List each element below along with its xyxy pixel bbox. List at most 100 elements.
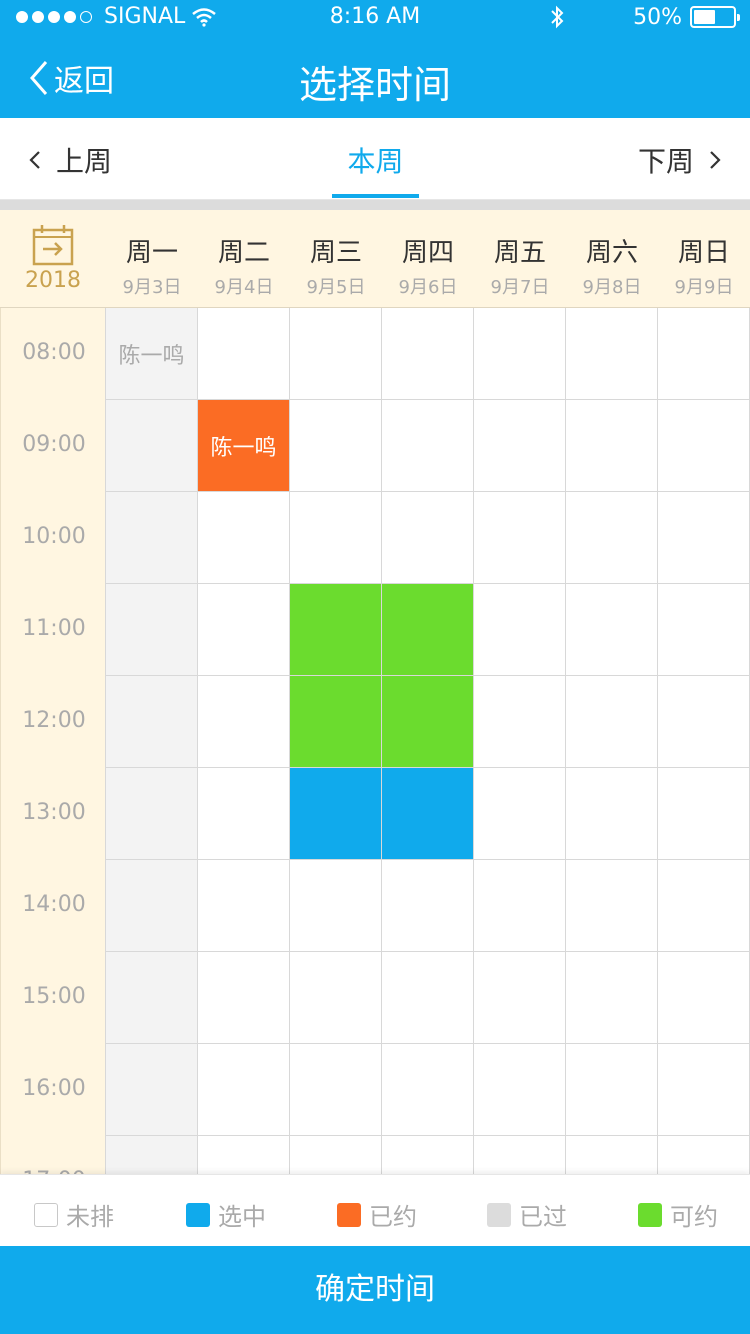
time-slot-unscheduled[interactable]: [658, 1136, 750, 1174]
time-slot-unscheduled[interactable]: [198, 492, 290, 584]
time-slot-unscheduled[interactable]: [658, 492, 750, 584]
time-slot-unscheduled[interactable]: [290, 308, 382, 400]
time-slot-unscheduled[interactable]: [474, 492, 566, 584]
time-slot-unscheduled[interactable]: [382, 1136, 474, 1174]
confirm-time-button[interactable]: 确定时间: [0, 1246, 750, 1334]
day-column-header: 周日 9月9日: [658, 210, 750, 308]
year-cell[interactable]: 2018: [0, 210, 106, 308]
time-slot-unscheduled[interactable]: [290, 952, 382, 1044]
time-slot-unscheduled[interactable]: [658, 676, 750, 768]
time-slot-past: [106, 952, 198, 1044]
day-name: 周日: [677, 238, 730, 268]
day-name: 周六: [585, 238, 638, 268]
time-slot-unscheduled[interactable]: [566, 308, 658, 400]
time-slot-unscheduled[interactable]: [658, 584, 750, 676]
slot-label: 陈一鸣: [210, 435, 277, 461]
legend-swatch: [186, 1202, 210, 1227]
time-slot-unscheduled[interactable]: [474, 1044, 566, 1136]
time-slot-available[interactable]: [290, 676, 382, 768]
day-column-header: 周四 9月6日: [382, 210, 474, 308]
time-slot-unscheduled[interactable]: [382, 400, 474, 492]
day-column-header: 周三 9月5日: [290, 210, 382, 308]
status-legend: 未排 选中 已约 已过 可约: [0, 1174, 750, 1246]
time-slot-unscheduled[interactable]: [290, 492, 382, 584]
time-slot-past: [106, 400, 198, 492]
legend-item-unscheduled: 未排: [34, 1197, 114, 1232]
time-slot-available[interactable]: [382, 584, 474, 676]
time-slot-past: [106, 1044, 198, 1136]
time-slot-unscheduled[interactable]: [198, 308, 290, 400]
time-slot-unscheduled[interactable]: [658, 1044, 750, 1136]
time-slot-past: [106, 860, 198, 952]
time-slot-unscheduled[interactable]: [290, 1136, 382, 1174]
time-slot-unscheduled[interactable]: [566, 676, 658, 768]
time-slot-unscheduled[interactable]: [658, 860, 750, 952]
time-slot-unscheduled[interactable]: [566, 768, 658, 860]
time-slot-unscheduled[interactable]: [290, 1044, 382, 1136]
time-slot-unscheduled[interactable]: [198, 768, 290, 860]
time-slot-unscheduled[interactable]: [290, 400, 382, 492]
day-name: 周二: [217, 238, 270, 268]
chevron-left-icon: [29, 151, 40, 169]
next-week-button[interactable]: 下周: [638, 140, 722, 180]
time-slot-unscheduled[interactable]: [474, 860, 566, 952]
time-slot-available[interactable]: [382, 676, 474, 768]
time-slot-unscheduled[interactable]: [382, 1044, 474, 1136]
day-name: 周三: [309, 238, 362, 268]
time-slot-unscheduled[interactable]: [474, 676, 566, 768]
time-slot-unscheduled[interactable]: [474, 308, 566, 400]
time-slot-unscheduled[interactable]: [382, 860, 474, 952]
time-slot-unscheduled[interactable]: [566, 1044, 658, 1136]
time-slot-unscheduled[interactable]: [198, 676, 290, 768]
time-slot-unscheduled[interactable]: [658, 952, 750, 1044]
time-slot-unscheduled[interactable]: [566, 952, 658, 1044]
time-slot-unscheduled[interactable]: [474, 768, 566, 860]
day-date: 9月8日: [582, 277, 642, 298]
time-slot-unscheduled[interactable]: [382, 308, 474, 400]
time-slot-unscheduled[interactable]: [382, 952, 474, 1044]
time-slot-selected[interactable]: [382, 768, 474, 860]
day-date: 9月6日: [398, 277, 458, 298]
day-name: 周五: [493, 238, 546, 268]
day-column-header: 周六 9月8日: [566, 210, 658, 308]
time-slot-unscheduled[interactable]: [566, 492, 658, 584]
time-slot-unscheduled[interactable]: [474, 952, 566, 1044]
time-label: 14:00: [22, 892, 86, 917]
time-slot-selected[interactable]: [290, 768, 382, 860]
current-week-tab[interactable]: 本周: [332, 140, 419, 180]
time-slot-unscheduled[interactable]: [198, 860, 290, 952]
week-selector: 上周 本周 下周: [0, 118, 750, 200]
day-name: 周四: [401, 238, 454, 268]
time-slot-unscheduled[interactable]: [290, 860, 382, 952]
time-slot-booked[interactable]: 陈一鸣: [198, 400, 290, 492]
app-header: SIGNAL 8:16 AM 50% 返回 选择时间: [0, 0, 750, 118]
time-label: 08:00: [22, 340, 86, 365]
time-slot-unscheduled[interactable]: [658, 400, 750, 492]
time-slot-unscheduled[interactable]: [474, 584, 566, 676]
time-slot-unscheduled[interactable]: [566, 1136, 658, 1174]
time-slot-unscheduled[interactable]: [198, 952, 290, 1044]
bluetooth-icon: [551, 5, 564, 29]
status-bar: SIGNAL 8:16 AM 50%: [0, 0, 750, 36]
time-label: 15:00: [22, 984, 86, 1009]
time-label: 10:00: [22, 524, 86, 549]
time-slot-unscheduled[interactable]: [566, 400, 658, 492]
time-slot-unscheduled[interactable]: [198, 584, 290, 676]
prev-week-button[interactable]: 上周: [28, 140, 112, 180]
time-slot-unscheduled[interactable]: [566, 860, 658, 952]
calendar-icon: [32, 225, 74, 266]
time-slot-available[interactable]: [290, 584, 382, 676]
time-slot-unscheduled[interactable]: [474, 1136, 566, 1174]
time-slot-unscheduled[interactable]: [658, 308, 750, 400]
time-label: 09:00: [22, 432, 86, 457]
time-slot-past: 陈一鸣: [106, 308, 198, 400]
time-slot-unscheduled[interactable]: [198, 1044, 290, 1136]
time-slot-unscheduled[interactable]: [474, 400, 566, 492]
day-date: 9月7日: [490, 277, 550, 298]
time-slot-unscheduled[interactable]: [566, 584, 658, 676]
legend-label: 已约: [369, 1203, 417, 1231]
time-slot-unscheduled[interactable]: [658, 768, 750, 860]
time-slot-unscheduled[interactable]: [198, 1136, 290, 1174]
time-slot-unscheduled[interactable]: [382, 492, 474, 584]
page-title: 选择时间: [298, 63, 451, 107]
